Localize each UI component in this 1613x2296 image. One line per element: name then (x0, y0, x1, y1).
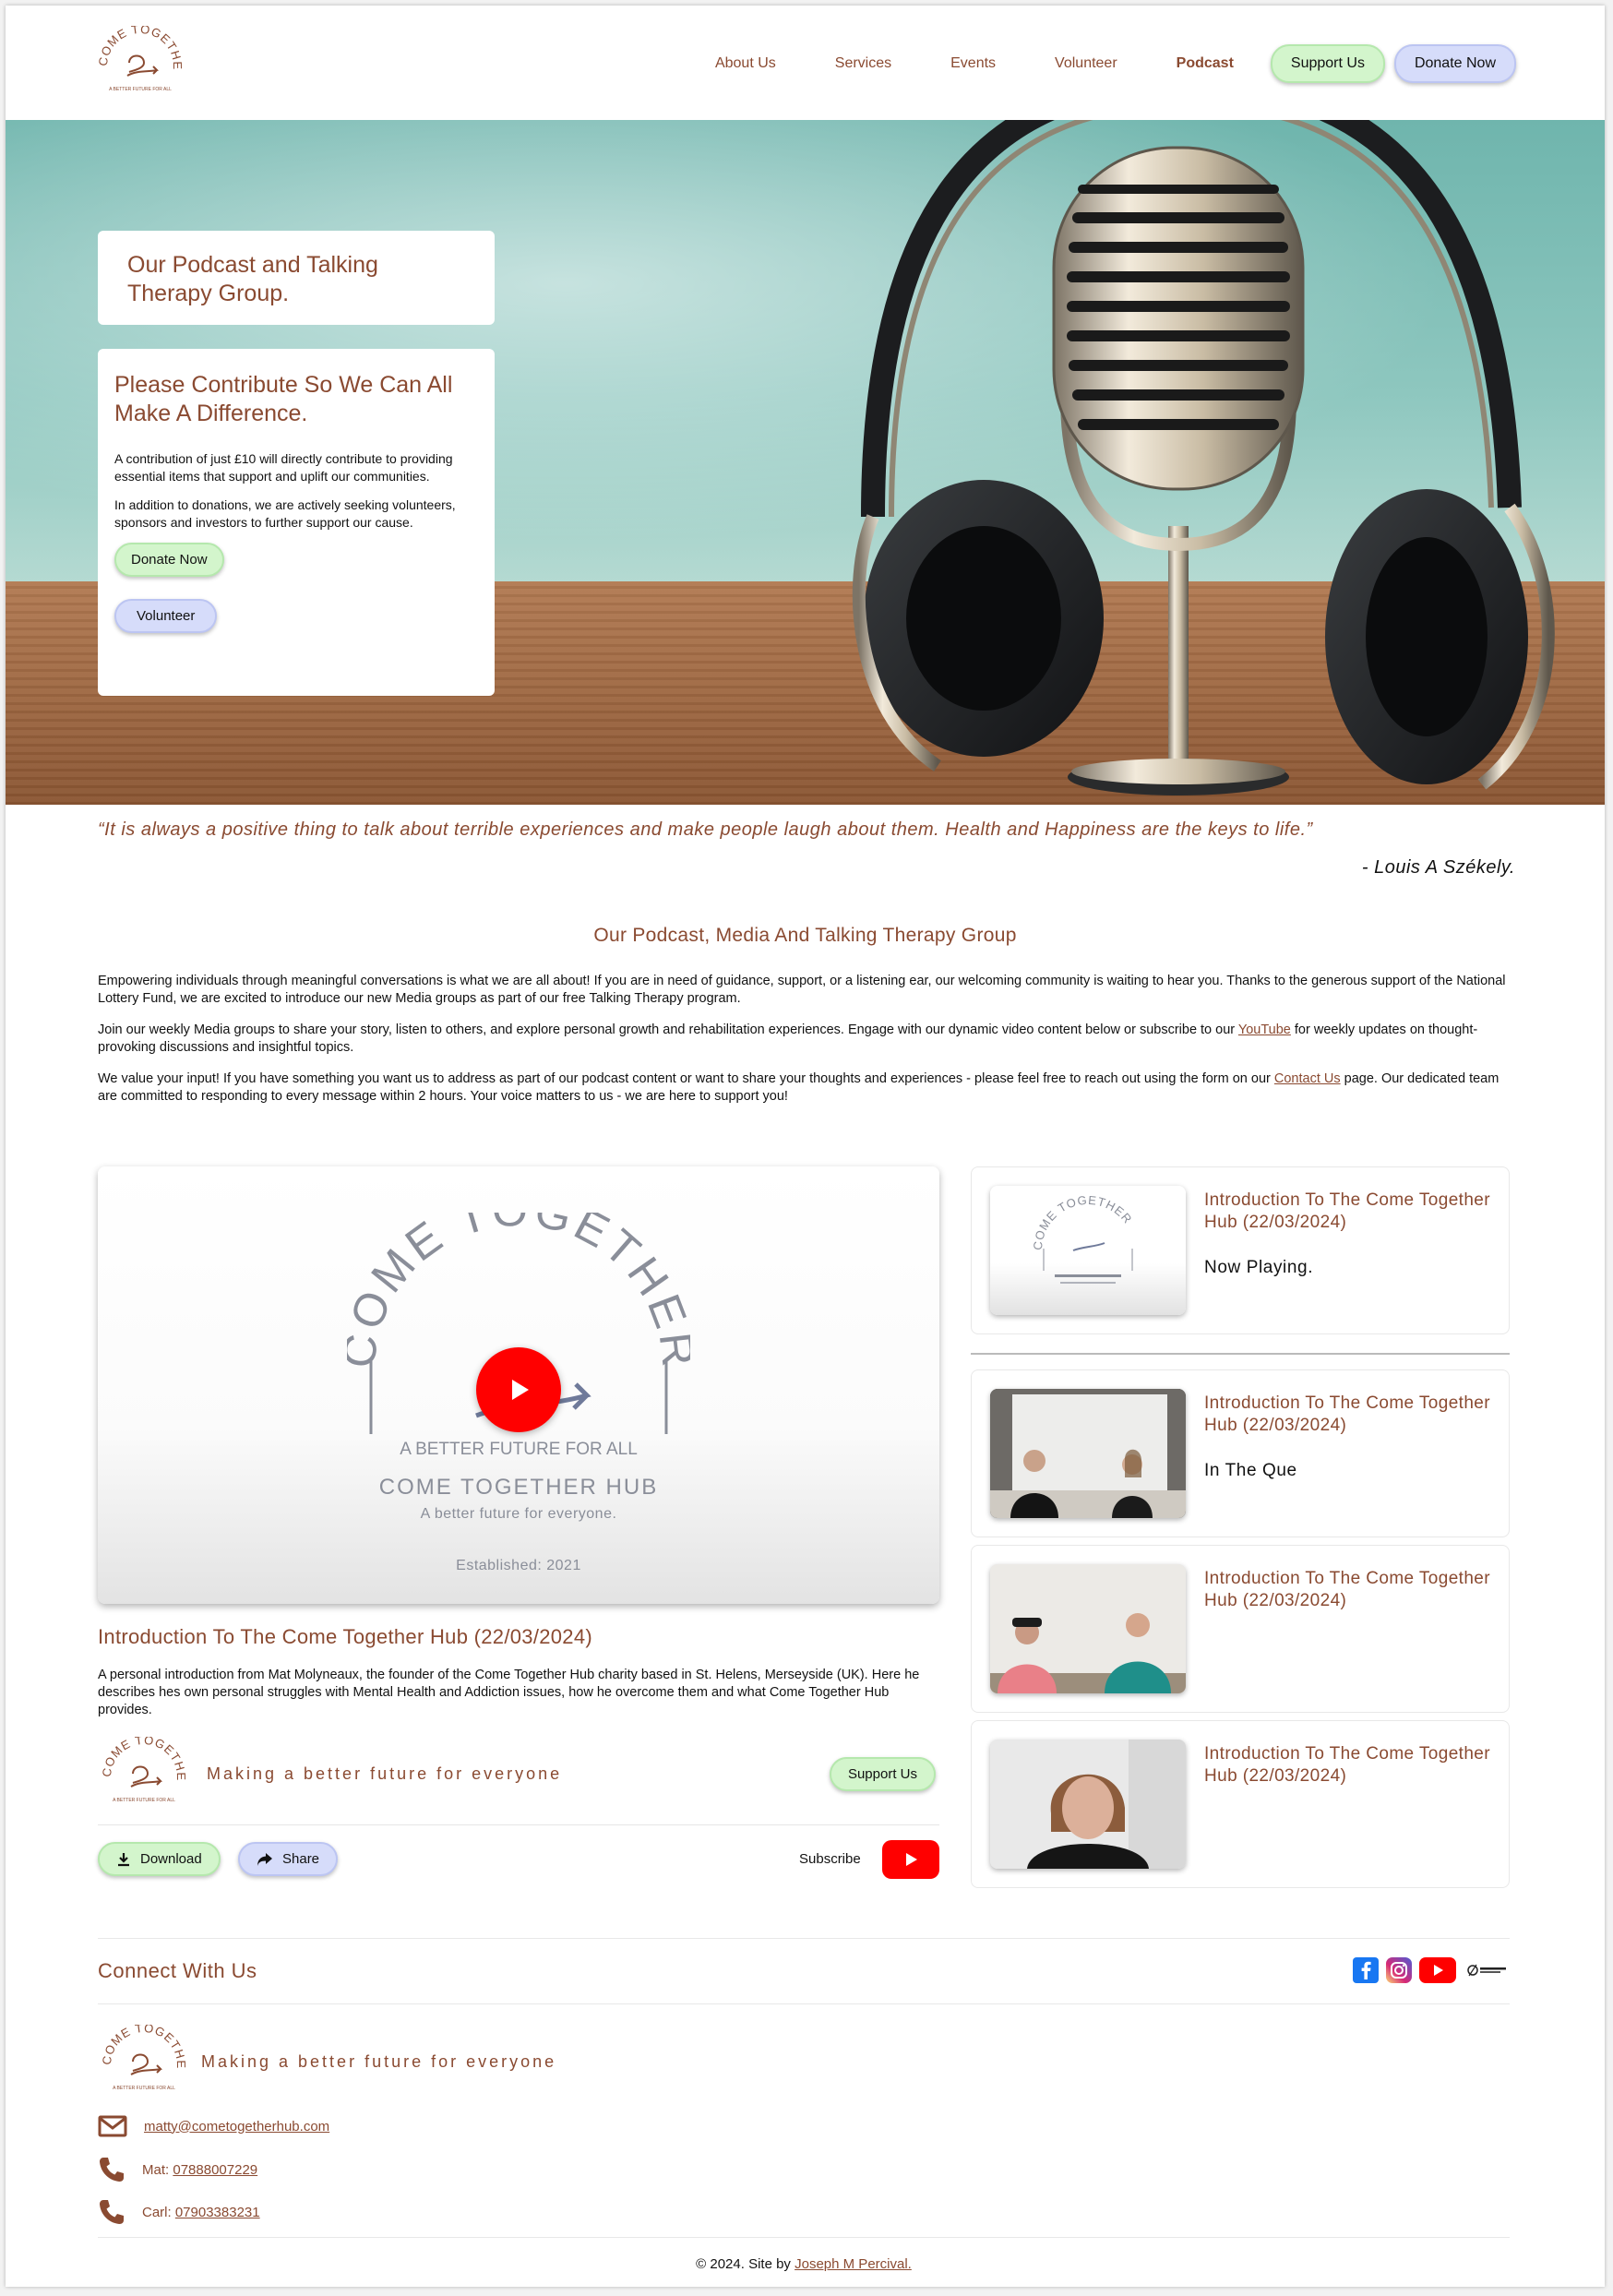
playlist-item[interactable]: COME TOGETHER Introduction To The Come T… (971, 1166, 1510, 1334)
section-title: Our Podcast, Media And Talking Therapy G… (593, 925, 1017, 946)
video-hub-tagline: A better future for everyone. (420, 1506, 617, 1522)
channel-support-button[interactable]: Support Us (829, 1757, 936, 1791)
connect-bar: Connect With Us (98, 1938, 1510, 2004)
microphone-headphones-image (852, 120, 1555, 795)
nav-podcast[interactable]: Podcast (1177, 55, 1234, 72)
phone-icon (100, 2200, 124, 2224)
hero-volunteer-button[interactable]: Volunteer (114, 599, 218, 633)
hero-banner: Our Podcast and Talking Therapy Group. P… (6, 120, 1605, 805)
svg-text:A BETTER FUTURE FOR ALL: A BETTER FUTURE FOR ALL (400, 1440, 638, 1459)
playlist-thumbnail (990, 1740, 1186, 1869)
playlist-item-status: In The Que (1204, 1461, 1297, 1480)
svg-text:COME TOGETHER: COME TOGETHER (98, 2025, 188, 2069)
hero-donate-button[interactable]: Donate Now (114, 543, 224, 577)
hero-title-card: Our Podcast and Talking Therapy Group. (98, 231, 495, 325)
nav-services[interactable]: Services (835, 55, 891, 72)
quote-author: - Louis A Székely. (1361, 857, 1515, 878)
intro-paragraph-2: Join our weekly Media groups to share yo… (98, 1022, 1478, 1055)
thumbnail-logo: COME TOGETHER (1031, 1193, 1135, 1284)
social-links (1353, 1957, 1510, 1983)
video-hub-name: COME TOGETHER HUB (378, 1475, 659, 1500)
contact-us-link[interactable]: Contact Us (1274, 1071, 1341, 1086)
playlist-item-title: Introduction To The Come Together Hub (2… (1204, 1744, 1491, 1786)
download-button[interactable]: Download (98, 1842, 221, 1876)
contact-carl: Carl: 07903383231 (98, 2198, 260, 2226)
video-description: A personal introduction from Mat Molynea… (98, 1668, 920, 1717)
copyright: © 2024. Site by Joseph M Percival. (98, 2237, 1510, 2272)
email-icon (98, 2115, 127, 2137)
header-donate-button[interactable]: Donate Now (1393, 44, 1516, 83)
quote-block: “It is always a positive thing to talk a… (98, 819, 1515, 879)
carl-phone-link[interactable]: 07903383231 (175, 2205, 260, 2220)
contribute-card: Please Contribute So We Can All Make A D… (98, 349, 495, 696)
playlist-item-title: Introduction To The Come Together Hub (2… (1204, 1569, 1491, 1610)
svg-text:A BETTER FUTURE FOR ALL: A BETTER FUTURE FOR ALL (113, 2086, 175, 2091)
playlist-thumbnail (990, 1564, 1186, 1693)
playlist-divider (971, 1353, 1510, 1355)
playlist-item[interactable]: Introduction To The Come Together Hub (2… (971, 1545, 1510, 1713)
instagram-icon[interactable] (1386, 1957, 1412, 1983)
hero-title: Our Podcast and Talking Therapy Group. (127, 252, 378, 306)
contribute-text-2: In addition to donations, we are activel… (114, 497, 456, 530)
share-button[interactable]: Share (238, 1842, 339, 1876)
main-nav: About Us Services Events Volunteer Podca… (656, 44, 1516, 83)
playlist-item-title: Introduction To The Come Together Hub (2… (1204, 1190, 1491, 1232)
community-fund-logo[interactable] (1464, 1957, 1510, 1983)
svg-text:A BETTER FUTURE FOR ALL: A BETTER FUTURE FOR ALL (109, 87, 172, 92)
svg-text:COME TOGETHER: COME TOGETHER (94, 26, 185, 70)
thumbnail-photo (990, 1564, 1186, 1693)
playlist-item-title: Introduction To The Come Together Hub (2… (1204, 1393, 1491, 1435)
site-header: COME TOGETHER A BETTER FUTURE FOR ALL Ab… (6, 6, 1605, 120)
svg-text:A BETTER FUTURE FOR ALL: A BETTER FUTURE FOR ALL (113, 1798, 175, 1803)
thumbnail-photo (990, 1389, 1186, 1518)
footer-logo[interactable]: COME TOGETHER A BETTER FUTURE FOR ALL (98, 2025, 190, 2099)
playlist-item[interactable]: Introduction To The Come Together Hub (2… (971, 1720, 1510, 1888)
youtube-link[interactable]: YouTube (1238, 1022, 1291, 1037)
facebook-icon[interactable] (1353, 1957, 1379, 1983)
video-player[interactable]: COME TOGETHER A BETTER FUTURE FOR ALL CO… (98, 1166, 939, 1604)
page: COME TOGETHER A BETTER FUTURE FOR ALL Ab… (6, 6, 1605, 2287)
share-icon (257, 1852, 272, 1866)
channel-logo: COME TOGETHER A BETTER FUTURE FOR ALL (98, 1737, 188, 1803)
nav-about-us[interactable]: About Us (715, 55, 776, 72)
playlist-thumbnail (990, 1389, 1186, 1518)
youtube-subscribe-button[interactable] (882, 1840, 939, 1879)
come-together-logo[interactable]: COME TOGETHER A BETTER FUTURE FOR ALL (94, 26, 186, 100)
connect-title: Connect With Us (98, 1959, 257, 1982)
nav-volunteer[interactable]: Volunteer (1055, 55, 1117, 72)
channel-tagline: Making a better future for everyone (207, 1764, 563, 1783)
video-established: Established: 2021 (456, 1558, 581, 1573)
youtube-play-icon (906, 1853, 917, 1866)
video-title: Introduction To The Come Together Hub (2… (98, 1625, 593, 1648)
email-link[interactable]: matty@cometogetherhub.com (144, 2119, 329, 2135)
svg-text:COME TOGETHER: COME TOGETHER (1031, 1193, 1135, 1251)
subscribe-label: Subscribe (799, 1851, 861, 1867)
quote-text: “It is always a positive thing to talk a… (98, 819, 1313, 840)
intro-text: Empowering individuals through meaningfu… (98, 973, 1517, 1119)
video-actions: Download Share Subscribe (98, 1840, 939, 1879)
contribute-title: Please Contribute So We Can All Make A D… (114, 372, 453, 426)
play-icon (512, 1380, 529, 1400)
nav-events[interactable]: Events (950, 55, 996, 72)
footer-tagline: Making a better future for everyone (201, 2052, 557, 2071)
intro-paragraph-3: We value your input! If you have somethi… (98, 1071, 1499, 1104)
svg-text:COME TOGETHER: COME TOGETHER (98, 1737, 188, 1781)
channel-bar: COME TOGETHER A BETTER FUTURE FOR ALL Ma… (98, 1737, 939, 1825)
contribute-text-1: A contribution of just £10 will directly… (114, 451, 453, 484)
playlist-item[interactable]: Introduction To The Come Together Hub (2… (971, 1369, 1510, 1537)
play-button[interactable] (476, 1347, 561, 1432)
youtube-icon[interactable] (1419, 1957, 1456, 1983)
playlist-thumbnail: COME TOGETHER (990, 1186, 1186, 1315)
thumbnail-photo (990, 1740, 1186, 1869)
mat-phone-link[interactable]: 07888007229 (173, 2162, 257, 2178)
playlist-item-status: Now Playing. (1204, 1258, 1314, 1277)
contact-email: matty@cometogetherhub.com (98, 2115, 329, 2137)
header-support-button[interactable]: Support Us (1270, 44, 1385, 83)
phone-icon (100, 2158, 124, 2182)
contact-mat: Mat: 07888007229 (98, 2156, 257, 2183)
download-icon (118, 1852, 129, 1866)
site-credit-link[interactable]: Joseph M Percival. (795, 2256, 912, 2272)
intro-paragraph-1: Empowering individuals through meaningfu… (98, 974, 1506, 1006)
